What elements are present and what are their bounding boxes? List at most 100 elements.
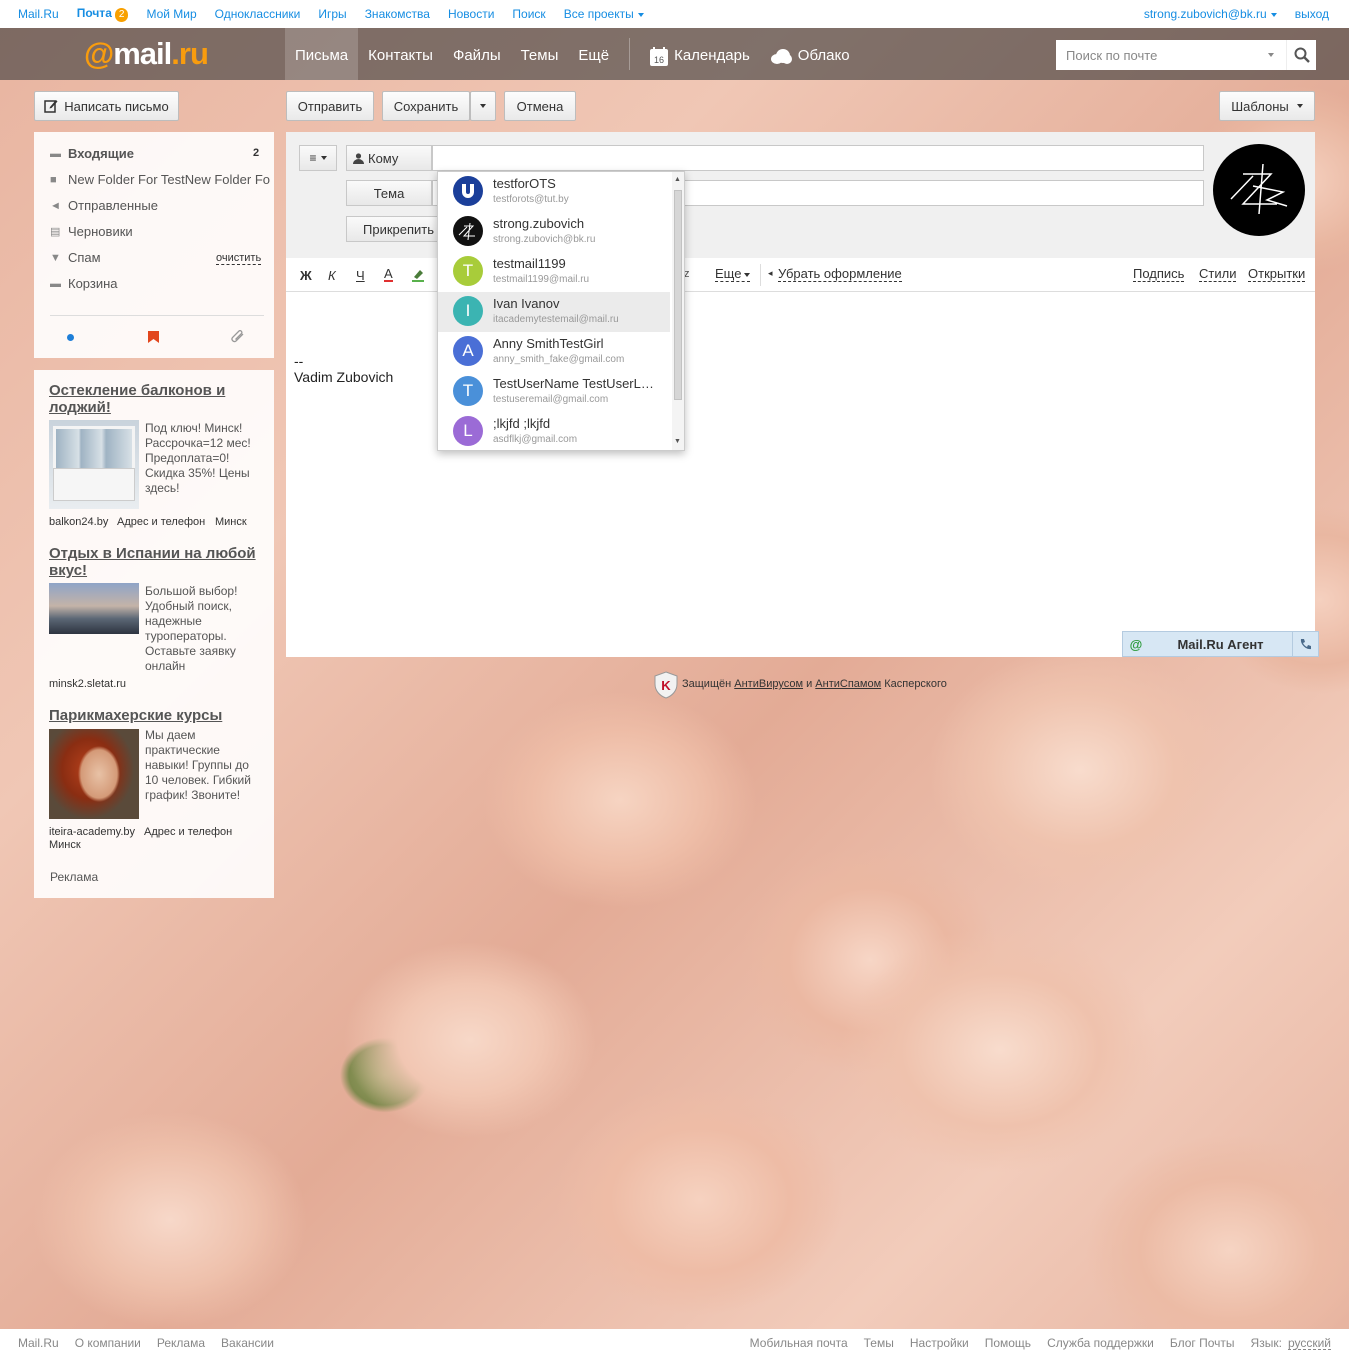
to-field[interactable]: [432, 145, 1204, 171]
list-item[interactable]: I Ivan Ivanov itacademytestemail@mail.ru: [438, 292, 670, 332]
trash-icon: ▬: [50, 277, 61, 290]
chevron-down-icon: [637, 12, 644, 17]
ad-domain[interactable]: balkon24.by: [49, 516, 108, 528]
agent-bar[interactable]: @ Mail.Ru Агент: [1122, 631, 1319, 657]
sender-avatar[interactable]: [1213, 144, 1305, 236]
nav-letters[interactable]: Письма: [285, 28, 359, 80]
antivirus-link[interactable]: АнтиВирусом: [734, 678, 803, 690]
portal-link-my-world[interactable]: Мой Мир: [146, 7, 196, 21]
folder-custom[interactable]: ■ New Folder For TestNew Folder Fo: [50, 172, 270, 187]
ad-image-spain[interactable]: [49, 583, 139, 634]
footer-link[interactable]: О компании: [75, 1336, 141, 1350]
list-item[interactable]: A Anny SmithTestGirl anny_smith_fake@gma…: [438, 332, 670, 372]
highlight-icon[interactable]: [411, 268, 425, 282]
underline-button[interactable]: Ч: [356, 268, 365, 283]
search-input[interactable]: Поиск по почте: [1056, 40, 1316, 70]
ad-image-balcony[interactable]: [49, 420, 139, 509]
portal-link-dating[interactable]: Знакомства: [365, 7, 430, 21]
logo[interactable]: @mail.ru: [84, 36, 209, 72]
flag-filter-icon[interactable]: [148, 331, 159, 343]
footer-link[interactable]: Настройки: [910, 1336, 969, 1350]
chevron-down-icon[interactable]: [1268, 53, 1274, 57]
nav-more[interactable]: Ещё: [568, 28, 619, 80]
nav-cloud[interactable]: Облако: [760, 28, 860, 80]
footer-link[interactable]: Мобильная почта: [750, 1336, 848, 1350]
bold-button[interactable]: Ж: [300, 268, 312, 283]
scrollbar[interactable]: ▲ ▼: [672, 172, 684, 450]
ad-title[interactable]: Отдых в Испании на любой вкус!: [49, 545, 259, 579]
ad-image-hair[interactable]: [49, 729, 139, 819]
footer-link[interactable]: Темы: [864, 1336, 894, 1350]
postcards-button[interactable]: Открытки: [1248, 267, 1306, 282]
phone-icon[interactable]: [1292, 632, 1318, 656]
scroll-up-icon[interactable]: ▲: [674, 176, 681, 183]
styles-button[interactable]: Стили: [1199, 267, 1237, 282]
ad-domain[interactable]: iteira-academy.by: [49, 826, 135, 838]
more-format-button[interactable]: Еще: [715, 267, 751, 282]
to-label-button[interactable]: Кому: [346, 145, 432, 171]
ad-domain[interactable]: minsk2.sletat.ru: [49, 678, 126, 690]
user-menu[interactable]: strong.zubovich@bk.ru: [1144, 7, 1277, 21]
footer-link[interactable]: Вакансии: [221, 1336, 274, 1350]
footer-link[interactable]: Служба поддержки: [1047, 1336, 1154, 1350]
folder-inbox[interactable]: ▬ Входящие: [50, 146, 134, 161]
save-button[interactable]: Сохранить: [382, 91, 470, 121]
templates-button[interactable]: Шаблоны: [1219, 91, 1315, 121]
calendar-icon: 16: [650, 46, 669, 66]
ad-title[interactable]: Парикмахерские курсы: [49, 707, 259, 724]
nav-calendar[interactable]: 16 Календарь: [640, 28, 760, 80]
folder-sent[interactable]: ◄ Отправленные: [50, 198, 158, 213]
list-item[interactable]: L ;lkjfd ;lkjfd asdflkj@gmail.com: [438, 412, 670, 450]
list-item[interactable]: T TestUserName TestUserLastName testuser…: [438, 372, 670, 412]
nav-themes[interactable]: Темы: [511, 28, 569, 80]
search-button[interactable]: [1286, 40, 1316, 70]
footer-link[interactable]: Блог Почты: [1170, 1336, 1235, 1350]
suggestion-name: strong.zubovich: [493, 216, 585, 231]
list-item[interactable]: strong.zubovich strong.zubovich@bk.ru: [438, 212, 670, 252]
portal-link-mailru[interactable]: Mail.Ru: [18, 7, 59, 21]
footer-link[interactable]: Реклама: [157, 1336, 205, 1350]
chevron-down-icon: [1270, 12, 1277, 17]
portal-link-news[interactable]: Новости: [448, 7, 494, 21]
unread-filter-icon[interactable]: [67, 334, 74, 341]
scrollbar-thumb[interactable]: [674, 190, 682, 400]
ads-label[interactable]: Реклама: [50, 870, 98, 884]
italic-button[interactable]: К: [328, 268, 336, 283]
folder-drafts[interactable]: ▤ Черновики: [50, 224, 133, 239]
save-options-button[interactable]: [470, 91, 496, 121]
text-color-button[interactable]: A: [384, 267, 393, 282]
logout-link[interactable]: выход: [1295, 7, 1329, 21]
attachment-filter-icon[interactable]: [230, 330, 246, 344]
list-icon: ≡: [309, 151, 317, 165]
ad-title[interactable]: Остекление балконов и лоджий!: [49, 382, 249, 416]
nav-files[interactable]: Файлы: [443, 28, 511, 80]
signature-button[interactable]: Подпись: [1133, 267, 1185, 282]
language-selector[interactable]: русский: [1287, 1337, 1331, 1350]
nav-contacts[interactable]: Контакты: [358, 28, 443, 80]
clear-spam-link[interactable]: очистить: [216, 252, 262, 265]
ad-contacts-link[interactable]: Адрес и телефон: [144, 826, 232, 838]
send-button[interactable]: Отправить: [286, 91, 374, 121]
search-icon: [1294, 47, 1310, 63]
clear-format-button[interactable]: Убрать оформление: [778, 267, 902, 282]
antispam-link[interactable]: АнтиСпамом: [815, 678, 881, 690]
portal-link-games[interactable]: Игры: [318, 7, 346, 21]
portal-link-mail[interactable]: Почта 2: [77, 6, 129, 22]
portal-link-search[interactable]: Поиск: [512, 7, 545, 21]
portal-link-ok[interactable]: Одноклассники: [215, 7, 301, 21]
scroll-down-icon[interactable]: ▼: [674, 438, 681, 445]
cancel-button[interactable]: Отмена: [504, 91, 576, 121]
compose-button[interactable]: Написать письмо: [34, 91, 179, 121]
footer-link[interactable]: Помощь: [985, 1336, 1031, 1350]
folder-spam[interactable]: ▼ Спам: [50, 250, 101, 265]
footer-link[interactable]: Mail.Ru: [18, 1336, 59, 1350]
recipients-menu-button[interactable]: ≡: [299, 145, 337, 171]
folder-trash[interactable]: ▬ Корзина: [50, 276, 118, 291]
list-item[interactable]: testforOTS testforots@tut.by: [438, 172, 670, 212]
portal-link-all-projects[interactable]: Все проекты: [564, 7, 644, 21]
signature-icon: [1230, 163, 1288, 215]
avatar: T: [453, 376, 483, 406]
list-item[interactable]: T testmail1199 testmail1199@mail.ru: [438, 252, 670, 292]
ad-contacts-link[interactable]: Адрес и телефон: [117, 516, 205, 528]
suggestion-email: itacademytestemail@mail.ru: [493, 314, 619, 325]
